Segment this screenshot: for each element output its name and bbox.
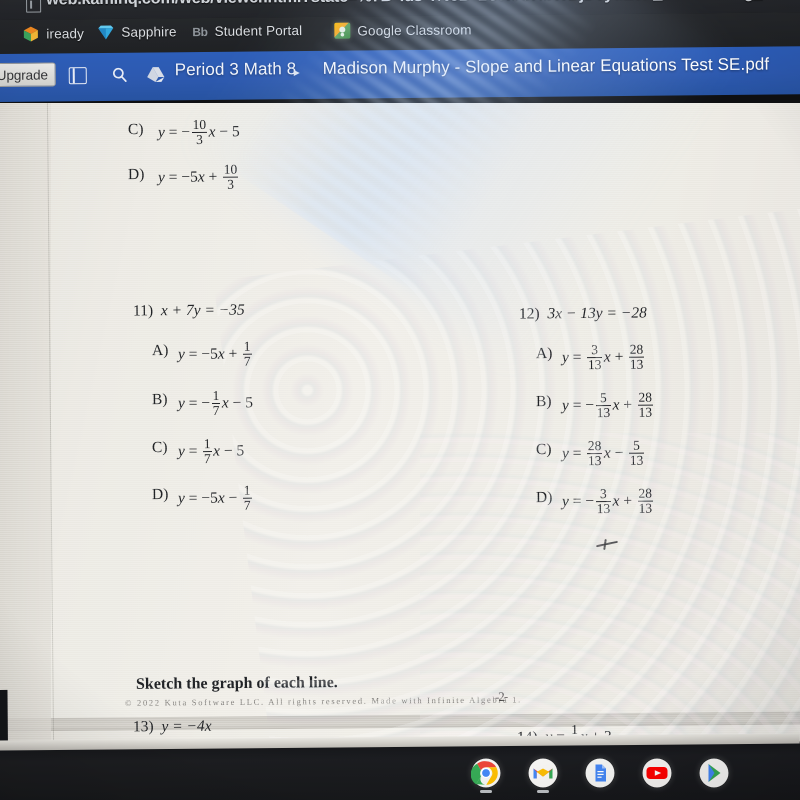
problem-12-prompt: 3x − 13y = −28 — [547, 304, 647, 323]
breadcrumb-folder[interactable]: Period 3 Math 8 — [175, 59, 297, 80]
youtube-icon[interactable] — [642, 758, 672, 788]
choice-expr-11a[interactable]: y = −5x + 17 — [178, 338, 253, 370]
problem-12-number: 12) — [518, 305, 540, 323]
choice-label-11a[interactable]: A) — [152, 342, 169, 360]
sapphire-icon — [97, 25, 114, 40]
breadcrumb-chevron-icon: ▸ — [293, 65, 300, 80]
frac-num: 10 — [192, 116, 207, 133]
problem-11-number: 11) — [132, 302, 154, 320]
iready-icon — [22, 26, 39, 43]
choice-label-12b[interactable]: B) — [536, 393, 552, 411]
frac-den: 13 — [595, 405, 612, 421]
frac-den: 13 — [637, 500, 654, 516]
blackboard-icon: Bb — [192, 24, 208, 39]
frac-den: 7 — [242, 353, 252, 369]
choice-expr-12a[interactable]: y = 3 13 x + 28 13 — [562, 341, 646, 373]
frac-den: 7 — [242, 497, 252, 513]
frac-den: 13 — [586, 453, 603, 469]
search-icon[interactable] — [112, 67, 128, 83]
page-left-margin-shade — [0, 103, 51, 748]
choice-label-12a[interactable]: A) — [536, 345, 553, 363]
choice-label-12d[interactable]: D) — [536, 489, 553, 507]
bookmark-label-iready: iready — [46, 26, 85, 42]
bookmark-sapphire[interactable]: Sapphire — [97, 24, 177, 40]
chrome-icon[interactable] — [470, 758, 501, 788]
section-heading: Sketch the graph of each line. — [135, 674, 338, 693]
chrome-active-indicator — [480, 790, 492, 793]
pdf-page-viewport[interactable]: C) y = −10 3 x − 5 D) y = −5x + 10 3 11) x … — [0, 103, 800, 748]
document-title: Madison Murphy - Slope and Linear Equati… — [322, 54, 770, 78]
choice-expr-12c[interactable]: y = 28 13 x − 5 13 — [562, 437, 646, 469]
problem-13: 13) y = −4x — [133, 718, 212, 737]
google-docs-icon[interactable] — [585, 758, 615, 788]
choice-label-c-carryover: C) — [127, 120, 144, 139]
google-classroom-icon — [334, 22, 351, 39]
problem-11: 11) x + 7y = −35 — [133, 302, 245, 321]
frac-den: 13 — [628, 452, 645, 468]
frac-num: 1 — [243, 482, 251, 498]
frac-num: 3 — [599, 486, 607, 502]
upgrade-button[interactable]: Upgrade — [0, 62, 56, 88]
bookmark-google-classroom[interactable]: Google Classroom — [334, 21, 472, 39]
frac-num: 5 — [633, 437, 640, 453]
browser-chrome: web.kamihq.com/web/viewer.html?state=%7B… — [0, 0, 800, 102]
frac-num: 1 — [243, 338, 251, 354]
frac-den: 13 — [628, 356, 645, 372]
sidebar-panel-icon[interactable] — [68, 67, 87, 85]
frac-den: 7 — [211, 402, 221, 419]
choice-expr-d-carryover: y = −5x + 10 3 — [157, 161, 239, 192]
choice-label-d-carryover: D) — [127, 165, 145, 184]
bookmark-label-google-classroom: Google Classroom — [357, 21, 472, 39]
pdf-page-2 — [0, 103, 800, 726]
frac-den: 13 — [595, 501, 612, 517]
gmail-icon[interactable] — [528, 758, 558, 788]
chromeos-shelf — [0, 733, 800, 800]
pdf-viewer-toolbar: Upgrade Period 3 Math 8 ▸ Madison Murphy… — [0, 46, 800, 102]
frac-num: 1 — [212, 387, 220, 404]
problem-12: 12) 3x − 13y = −28 — [519, 304, 647, 323]
address-bar-url[interactable]: web.kamihq.com/web/viewer.html?state=%7B… — [46, 0, 800, 10]
frac-num: 28 — [638, 485, 653, 501]
frac-num: 1 — [203, 436, 211, 452]
choice-expr-c-carryover: y = −10 3 x − 5 — [157, 116, 240, 148]
problem-11-prompt: x + 7y = −35 — [160, 301, 245, 320]
play-store-icon[interactable] — [699, 758, 729, 788]
problem-13-number: 13) — [132, 718, 154, 736]
bookmark-iready[interactable]: iready — [22, 25, 84, 43]
problem-13-expr: y = −4x — [161, 717, 212, 736]
frac-num: 3 — [591, 342, 599, 358]
bookmark-label-sapphire: Sapphire — [121, 24, 177, 40]
frac-num: 28 — [638, 389, 653, 405]
choice-expr-12b[interactable]: y = −5 13 x + 28 13 — [562, 389, 655, 421]
frac-num: 28 — [587, 438, 602, 454]
window-icon — [26, 0, 42, 13]
frac-den: 13 — [637, 404, 654, 420]
photographed-chromebook-screen: web.kamihq.com/web/viewer.html?state=%7B… — [0, 0, 800, 800]
choice-label-11d[interactable]: D) — [152, 486, 169, 504]
frac-den: 7 — [202, 451, 212, 467]
frac-den: 3 — [222, 176, 239, 192]
choice-expr-12d[interactable]: y = −3 13 x + 28 13 — [562, 485, 655, 517]
gmail-active-indicator — [537, 790, 549, 793]
frac-num: 28 — [629, 341, 644, 357]
google-drive-icon[interactable] — [147, 66, 165, 82]
bookmark-label-student-portal: Student Portal — [214, 23, 303, 39]
frac-num: 5 — [599, 390, 607, 406]
page-number: -2- — [494, 688, 508, 705]
choice-expr-11d[interactable]: y = −5x − 17 — [178, 482, 253, 514]
choice-label-11c[interactable]: C) — [152, 439, 168, 457]
choice-expr-11c[interactable]: y = 17x − 5 — [178, 436, 245, 467]
frac-den: 3 — [191, 131, 208, 148]
choice-expr-11b[interactable]: y = −1 7 x − 5 — [178, 387, 253, 419]
choice-label-12c[interactable]: C) — [536, 441, 552, 459]
frac-den: 13 — [586, 357, 603, 373]
bookmark-student-portal[interactable]: Bb Student Portal — [192, 23, 302, 39]
frac-num: 10 — [223, 161, 238, 177]
choice-label-11b[interactable]: B) — [152, 391, 168, 409]
